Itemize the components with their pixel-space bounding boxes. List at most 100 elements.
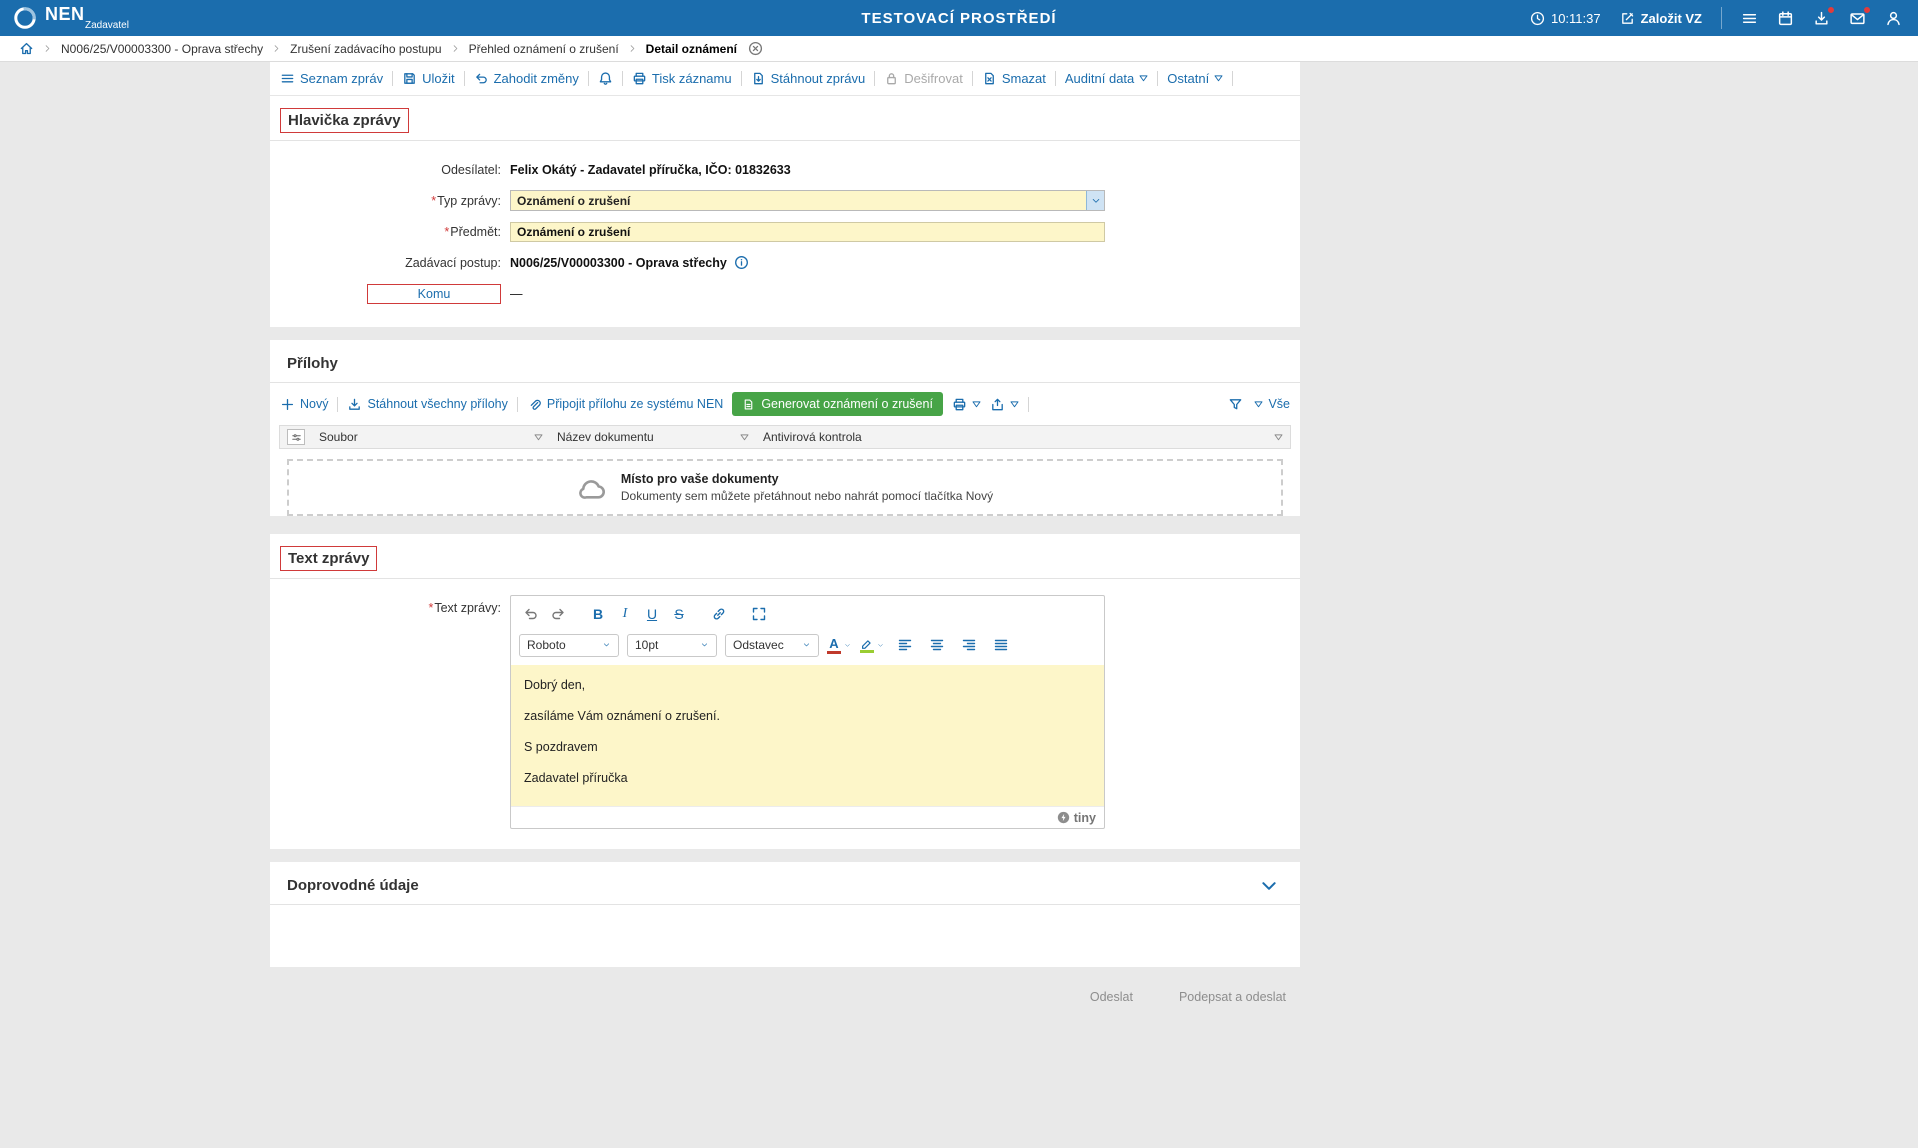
- chevron-right-icon: [628, 44, 637, 53]
- column-header-soubor: Soubor: [319, 430, 358, 444]
- column-settings-button[interactable]: [287, 429, 305, 445]
- filter-button[interactable]: [1228, 397, 1243, 412]
- downloads-badge: [1827, 6, 1835, 14]
- align-left-button[interactable]: [893, 633, 917, 657]
- attachments-toolbar: Nový Stáhnout všechny přílohy Připojit p…: [270, 383, 1300, 425]
- toolbar-divider: [874, 71, 875, 86]
- column-filter-caret-icon[interactable]: [534, 434, 543, 441]
- strikethrough-button[interactable]: S: [667, 602, 691, 626]
- generate-cancellation-notice-button[interactable]: Generovat oznámení o zrušení: [732, 392, 943, 416]
- align-right-button[interactable]: [957, 633, 981, 657]
- column-header-nazev: Název dokumentu: [557, 430, 654, 444]
- editor-paragraph: Dobrý den,: [524, 678, 1091, 692]
- attachments-table-header: Soubor Název dokumentu Antivirová kontro…: [279, 425, 1291, 449]
- toolbar-divider: [517, 397, 518, 412]
- fullscreen-button[interactable]: [747, 602, 771, 626]
- printer-icon: [632, 71, 647, 86]
- notifications-button[interactable]: [598, 71, 613, 86]
- calendar-button[interactable]: [1777, 10, 1794, 27]
- recipient-link[interactable]: Komu: [367, 284, 501, 304]
- chevron-right-icon: [451, 44, 460, 53]
- message-type-select[interactable]: Oznámení o zrušení: [510, 190, 1105, 211]
- audit-data-button[interactable]: Auditní data: [1065, 71, 1148, 86]
- chevron-right-icon: [272, 44, 281, 53]
- attachments-dropzone[interactable]: Místo pro vaše dokumenty Dokumenty sem m…: [287, 459, 1283, 516]
- print-record-button[interactable]: Tisk záznamu: [632, 71, 732, 86]
- message-header-card: Seznam zpráv Uložit Zahodit změny Tisk z…: [270, 62, 1300, 327]
- document-download-icon: [751, 71, 766, 86]
- align-justify-button[interactable]: [989, 633, 1013, 657]
- dropdown-caret-icon: [1254, 401, 1263, 408]
- subject-input[interactable]: Oznámení o zrušení: [510, 222, 1105, 242]
- column-filter-caret-icon[interactable]: [740, 434, 749, 441]
- sign-and-send-button[interactable]: Podepsat a odeslat: [1179, 990, 1286, 1004]
- font-size-select[interactable]: 10pt: [627, 634, 717, 657]
- downloads-button[interactable]: [1813, 10, 1830, 27]
- text-color-button[interactable]: A: [827, 637, 852, 654]
- export-attachments-button[interactable]: [990, 397, 1019, 412]
- font-family-select[interactable]: Roboto: [519, 634, 619, 657]
- breadcrumb-item-zruseni[interactable]: Zrušení zadávacího postupu: [290, 42, 441, 56]
- sender-row: Odesílatel: Felix Okátý - Zadavatel přír…: [270, 154, 1300, 185]
- save-icon: [402, 71, 417, 86]
- expand-section-chevron-icon[interactable]: [1260, 877, 1290, 895]
- messages-button[interactable]: [1849, 10, 1866, 27]
- breadcrumb-item-prehled[interactable]: Přehled oznámení o zrušení: [469, 42, 619, 56]
- chevron-down-icon: [700, 641, 709, 649]
- breadcrumb: N006/25/V00003300 - Oprava střechy Zruše…: [0, 36, 1918, 62]
- column-header-antivir: Antivirová kontrola: [763, 430, 862, 444]
- redo-button[interactable]: [546, 602, 570, 626]
- app-logo[interactable]: NEN Zadavatel: [0, 5, 129, 31]
- compose-icon: [1620, 11, 1635, 26]
- highlight-color-button[interactable]: [860, 638, 885, 653]
- other-actions-button[interactable]: Ostatní: [1167, 71, 1223, 86]
- home-icon[interactable]: [19, 41, 34, 56]
- align-center-button[interactable]: [925, 633, 949, 657]
- send-button[interactable]: Odeslat: [1090, 990, 1133, 1004]
- profile-button[interactable]: [1885, 10, 1902, 27]
- save-button[interactable]: Uložit: [402, 71, 455, 86]
- undo-button[interactable]: [519, 602, 543, 626]
- tinymce-logo-icon: [1057, 811, 1070, 824]
- select-caret-box[interactable]: [1086, 191, 1104, 210]
- recipient-value: —: [510, 287, 523, 301]
- italic-button[interactable]: I: [613, 602, 637, 626]
- main-content: Seznam zpráv Uložit Zahodit změny Tisk z…: [270, 62, 1300, 1004]
- bold-button[interactable]: B: [586, 602, 610, 626]
- download-message-button[interactable]: Stáhnout zprávu: [751, 71, 866, 86]
- editor-paragraph: zasíláme Vám oznámení o zrušení.: [524, 709, 1091, 723]
- paragraph-format-select[interactable]: Odstavec: [725, 634, 819, 657]
- delete-button[interactable]: Smazat: [982, 71, 1046, 86]
- column-filter-caret-icon[interactable]: [1274, 434, 1283, 441]
- dropdown-caret-icon: [1139, 75, 1148, 82]
- message-list-button[interactable]: Seznam zpráv: [280, 71, 383, 86]
- messages-badge: [1863, 6, 1871, 14]
- info-icon[interactable]: [734, 255, 749, 270]
- editor-toolbar-row2: Roboto 10pt Odstavec A: [511, 630, 1104, 665]
- editor-footer: tiny: [511, 806, 1104, 828]
- editor-toolbar-row1: B I U S: [511, 596, 1104, 630]
- underline-button[interactable]: U: [640, 602, 664, 626]
- dropdown-caret-icon: [972, 401, 981, 408]
- sender-label: Odesílatel:: [270, 163, 510, 177]
- print-attachments-button[interactable]: [952, 397, 981, 412]
- accompanying-data-body: [270, 905, 1300, 967]
- new-attachment-button[interactable]: Nový: [280, 397, 328, 412]
- message-type-label: Typ zprávy:: [437, 194, 501, 208]
- breadcrumb-item-vz[interactable]: N006/25/V00003300 - Oprava střechy: [61, 42, 263, 56]
- create-vz-button[interactable]: Založit VZ: [1620, 11, 1702, 26]
- menu-button[interactable]: [1741, 10, 1758, 27]
- subject-label: Předmět:: [450, 225, 501, 239]
- list-icon: [280, 71, 295, 86]
- discard-changes-button[interactable]: Zahodit změny: [474, 71, 579, 86]
- decrypt-button: Dešifrovat: [884, 71, 963, 86]
- attach-from-nen-button[interactable]: Připojit přílohu ze systému NEN: [527, 397, 723, 412]
- editor-paragraph: S pozdravem: [524, 740, 1091, 754]
- toolbar-divider: [1055, 71, 1056, 86]
- bell-icon: [598, 71, 613, 86]
- view-all-filter[interactable]: Vše: [1254, 397, 1290, 411]
- editor-content-area[interactable]: Dobrý den, zasíláme Vám oznámení o zruše…: [511, 665, 1104, 806]
- link-button[interactable]: [707, 602, 731, 626]
- close-tab-icon[interactable]: [748, 41, 763, 56]
- download-all-attachments-button[interactable]: Stáhnout všechny přílohy: [347, 397, 507, 412]
